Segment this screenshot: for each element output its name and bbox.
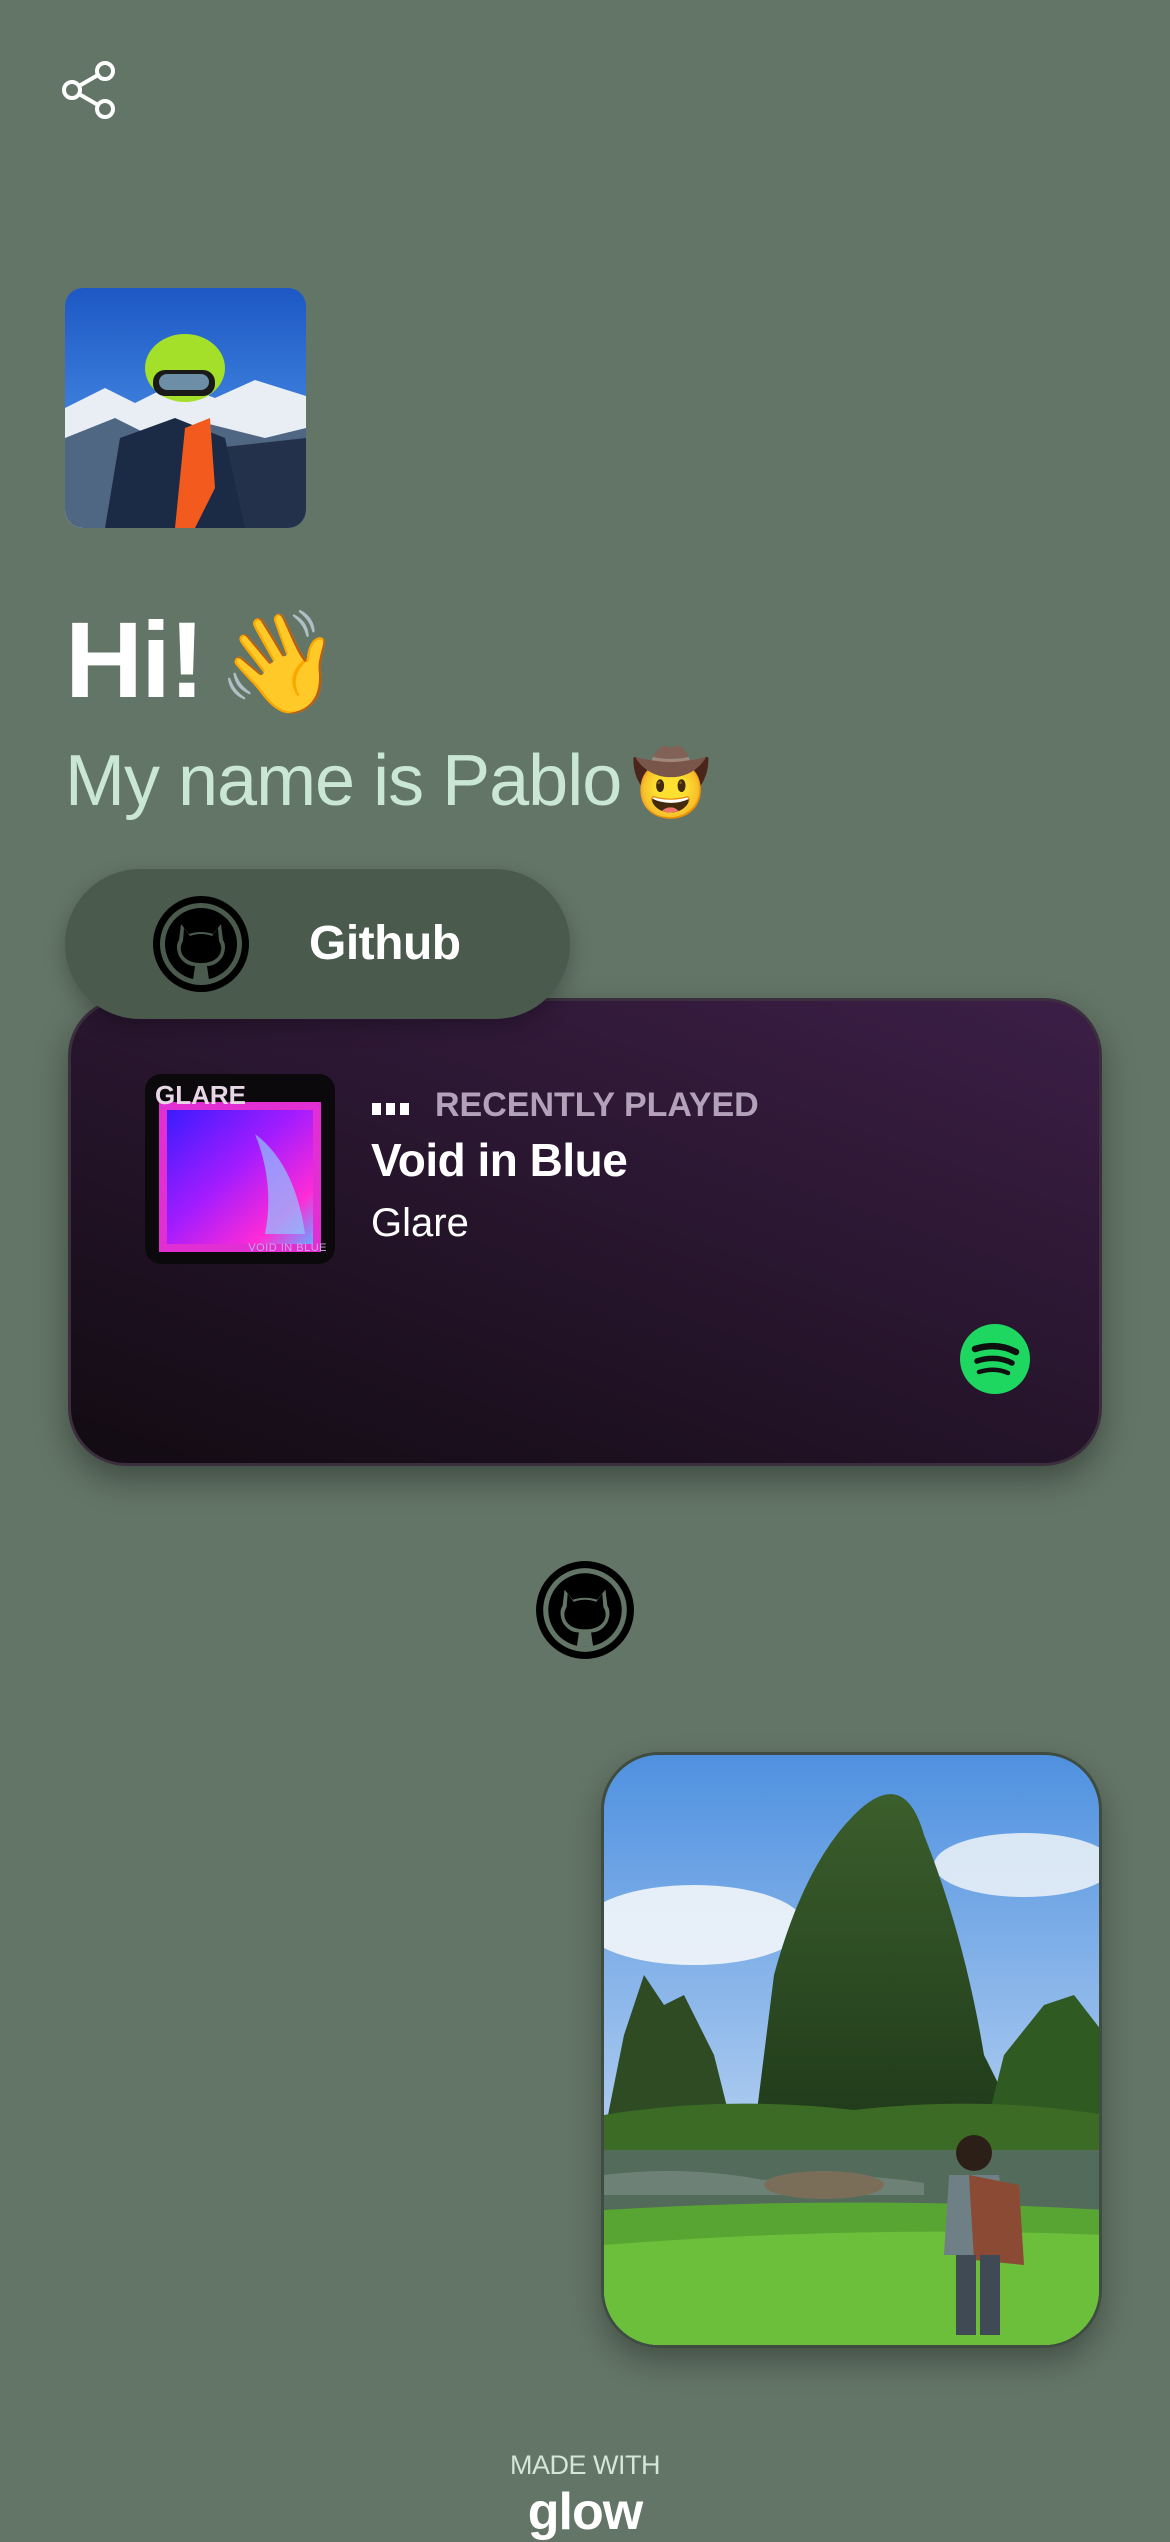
- landscape-photo-card[interactable]: [601, 1752, 1102, 2348]
- spotify-recently-played-card[interactable]: GLARE VOID IN BLUE RECENTLY PLAYED Void …: [68, 998, 1102, 1466]
- track-artist: Glare: [371, 1201, 469, 1245]
- album-subtitle: VOID IN BLUE: [248, 1242, 327, 1254]
- greeting-heading: Hi! 👋: [65, 599, 342, 721]
- recently-played-row: RECENTLY PLAYED: [371, 1085, 759, 1125]
- landscape-photo: [604, 1755, 1099, 2345]
- name-subtitle: My name is Pablo 🤠: [65, 738, 711, 826]
- equalizer-icon: [372, 1103, 409, 1115]
- cowboy-emoji: 🤠: [631, 747, 711, 819]
- github-link-button[interactable]: Github: [65, 869, 570, 1019]
- share-icon: [62, 61, 115, 119]
- waving-hand-emoji: 👋: [216, 607, 342, 719]
- avatar: [65, 288, 306, 528]
- github-label: Github: [309, 917, 461, 970]
- github-icon-link[interactable]: [534, 1559, 636, 1661]
- recently-played-label: RECENTLY PLAYED: [435, 1085, 759, 1124]
- subtitle-text: My name is Pablo: [65, 741, 622, 821]
- github-icon: [153, 896, 249, 992]
- glow-brand-link[interactable]: glow: [0, 2482, 1170, 2542]
- track-title: Void in Blue: [371, 1134, 628, 1186]
- greeting-text: Hi!: [65, 599, 205, 720]
- album-cover: GLARE VOID IN BLUE: [145, 1074, 335, 1264]
- spotify-icon: [960, 1324, 1030, 1394]
- made-with-label: MADE WITH: [510, 2450, 661, 2480]
- share-button[interactable]: [60, 60, 120, 120]
- album-title: GLARE: [155, 1080, 246, 1110]
